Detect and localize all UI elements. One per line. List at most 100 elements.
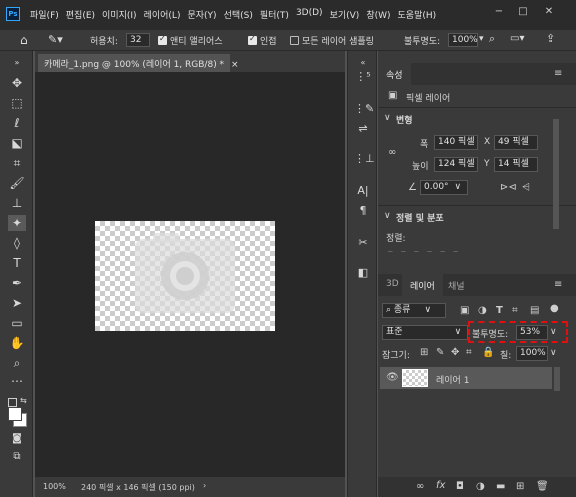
- crop-tool-icon[interactable]: ⌗: [8, 155, 26, 171]
- height-input[interactable]: 124 픽셀: [434, 157, 478, 172]
- document-canvas[interactable]: [95, 221, 275, 331]
- tolerance-input[interactable]: 32: [126, 33, 150, 47]
- new-layer-icon[interactable]: ⊞: [516, 481, 524, 492]
- chevron-down-icon[interactable]: ∨: [384, 211, 391, 221]
- pen-tool-icon[interactable]: ✒: [8, 275, 26, 291]
- menu-type[interactable]: 문자(Y): [187, 8, 216, 21]
- lock-pixels-icon[interactable]: ✎: [436, 347, 444, 358]
- share-icon[interactable]: ⇪: [546, 32, 555, 45]
- opacity-input[interactable]: 100%: [448, 33, 478, 47]
- contiguous-checkbox[interactable]: 인접: [248, 34, 277, 47]
- filter-smart-object-icon[interactable]: ▤: [530, 305, 539, 316]
- brush-settings-icon[interactable]: ⋮✎: [354, 101, 374, 117]
- minimize-button[interactable]: −: [488, 5, 510, 19]
- rectangle-tool-icon[interactable]: ▭: [8, 315, 26, 331]
- zoom-tool-icon[interactable]: ⌕: [8, 355, 26, 371]
- filter-pixel-icon[interactable]: ▣: [460, 305, 469, 316]
- character-icon[interactable]: A|: [354, 183, 372, 199]
- angle-input[interactable]: 0.00° ∨: [420, 180, 468, 195]
- tab-properties[interactable]: 속성: [378, 63, 411, 85]
- menu-help[interactable]: 도움말(H): [398, 8, 437, 21]
- search-icon[interactable]: ⌕: [489, 32, 495, 46]
- zoom-level[interactable]: 100%: [43, 482, 66, 491]
- filter-shape-icon[interactable]: ⌗: [512, 305, 518, 316]
- properties-scrollbar[interactable]: [553, 119, 559, 229]
- menu-file[interactable]: 파일(F): [30, 8, 59, 21]
- filter-toggle-icon[interactable]: ●: [550, 303, 559, 314]
- object-select-tool-icon[interactable]: ⬕: [8, 135, 26, 151]
- paragraph-icon[interactable]: ¶: [354, 203, 372, 219]
- workspace-icon[interactable]: ▭▾: [510, 33, 524, 44]
- tools-preset-icon[interactable]: ✂: [354, 235, 372, 251]
- adjustment-layer-icon[interactable]: ◑: [476, 481, 485, 492]
- default-colors-icon[interactable]: [8, 398, 17, 407]
- group-icon[interactable]: ▬: [496, 481, 505, 492]
- tab-channels[interactable]: 채널: [440, 274, 473, 296]
- lock-transparent-icon[interactable]: ⊞: [420, 347, 428, 358]
- home-icon[interactable]: ⌂: [20, 33, 28, 47]
- y-input[interactable]: 14 픽셀: [494, 157, 538, 172]
- x-input[interactable]: 49 픽셀: [494, 135, 538, 150]
- chevron-down-icon[interactable]: ▾: [479, 34, 484, 44]
- close-tab-icon[interactable]: ×: [231, 60, 239, 70]
- link-layers-icon[interactable]: ∞: [416, 481, 424, 492]
- fx-icon[interactable]: fx: [436, 480, 445, 491]
- menu-view[interactable]: 보기(V): [330, 8, 360, 21]
- move-tool-icon[interactable]: ✥: [8, 75, 26, 91]
- menu-3d[interactable]: 3D(D): [296, 8, 323, 21]
- magic-wand-preset-icon[interactable]: ✎▾: [48, 33, 63, 46]
- more-tools-icon[interactable]: ⋯: [8, 373, 26, 389]
- flip-vertical-icon[interactable]: ⩤: [522, 182, 530, 193]
- swap-colors-icon[interactable]: ⇆: [20, 396, 27, 405]
- chevron-down-icon[interactable]: ∨: [550, 348, 557, 358]
- transform-header[interactable]: 변형: [396, 113, 413, 126]
- delete-layer-icon[interactable]: 🗑: [536, 481, 549, 492]
- chevron-down-icon[interactable]: ∨: [384, 113, 391, 123]
- path-select-tool-icon[interactable]: ➤: [8, 295, 26, 311]
- flip-horizontal-icon[interactable]: ⊳⊲: [500, 182, 517, 193]
- antialias-checkbox[interactable]: 앤티 앨리어스: [158, 34, 223, 47]
- menu-layer[interactable]: 레이어(L): [144, 8, 181, 21]
- width-input[interactable]: 140 픽셀: [434, 135, 478, 150]
- fill-input[interactable]: 100%: [516, 346, 548, 361]
- menu-window[interactable]: 창(W): [366, 8, 390, 21]
- libraries-icon[interactable]: ◧: [354, 265, 372, 281]
- brush-tool-icon[interactable]: 🖌: [8, 175, 26, 191]
- layers-scrollbar[interactable]: [554, 367, 560, 391]
- marquee-tool-icon[interactable]: ⬚: [8, 95, 26, 111]
- document-tab[interactable]: 카메라_1.png @ 100% (레이어 1, RGB/8) * ×: [38, 54, 238, 72]
- magic-wand-tool-icon[interactable]: ✦: [8, 215, 26, 231]
- clone-source-icon[interactable]: ⋮⊥: [354, 151, 375, 167]
- maximize-button[interactable]: □: [512, 5, 534, 19]
- layer-name[interactable]: 레이어 1: [436, 373, 469, 386]
- all-layers-checkbox[interactable]: 모든 레이어 샘플링: [290, 34, 374, 47]
- hand-tool-icon[interactable]: ✋: [8, 335, 26, 351]
- lock-all-icon[interactable]: 🔒: [482, 347, 494, 358]
- align-buttons[interactable]: ⎯ ⎯ ⎯ ⎯ ⎯ ⎯: [388, 247, 458, 257]
- history-icon[interactable]: ⋮⁵: [354, 69, 372, 85]
- status-arrow-icon[interactable]: ›: [203, 481, 206, 490]
- panel-menu-icon[interactable]: ≡: [554, 68, 562, 79]
- layer-filter-select[interactable]: ⌕ 종류 ∨: [382, 303, 446, 318]
- filter-type-icon[interactable]: T: [496, 305, 503, 316]
- lock-position-icon[interactable]: ✥: [451, 347, 459, 358]
- menu-image[interactable]: 이미지(I): [102, 8, 137, 21]
- add-mask-icon[interactable]: ◘: [456, 481, 464, 492]
- menu-filter[interactable]: 필터(T): [260, 8, 289, 21]
- align-header[interactable]: 정렬 및 분포: [396, 211, 444, 224]
- link-icon[interactable]: ∞: [388, 147, 396, 158]
- visibility-eye-icon[interactable]: 👁: [386, 372, 399, 383]
- panel-menu-icon[interactable]: ≡: [554, 279, 562, 290]
- menu-edit[interactable]: 편집(E): [66, 8, 95, 21]
- type-tool-icon[interactable]: T: [8, 255, 26, 271]
- foreground-color-swatch[interactable]: [8, 407, 22, 421]
- menu-select[interactable]: 선택(S): [224, 8, 253, 21]
- close-button[interactable]: ✕: [538, 5, 560, 19]
- lasso-tool-icon[interactable]: ℓ: [8, 115, 26, 131]
- filter-adjustment-icon[interactable]: ◑: [478, 305, 487, 316]
- eraser-tool-icon[interactable]: ◊: [8, 235, 26, 251]
- screen-mode-icon[interactable]: ⧉: [8, 449, 26, 465]
- adjustments-icon[interactable]: ⇌: [354, 121, 372, 137]
- tab-layers[interactable]: 레이어: [402, 274, 443, 296]
- lock-artboard-icon[interactable]: ⌗: [466, 347, 472, 358]
